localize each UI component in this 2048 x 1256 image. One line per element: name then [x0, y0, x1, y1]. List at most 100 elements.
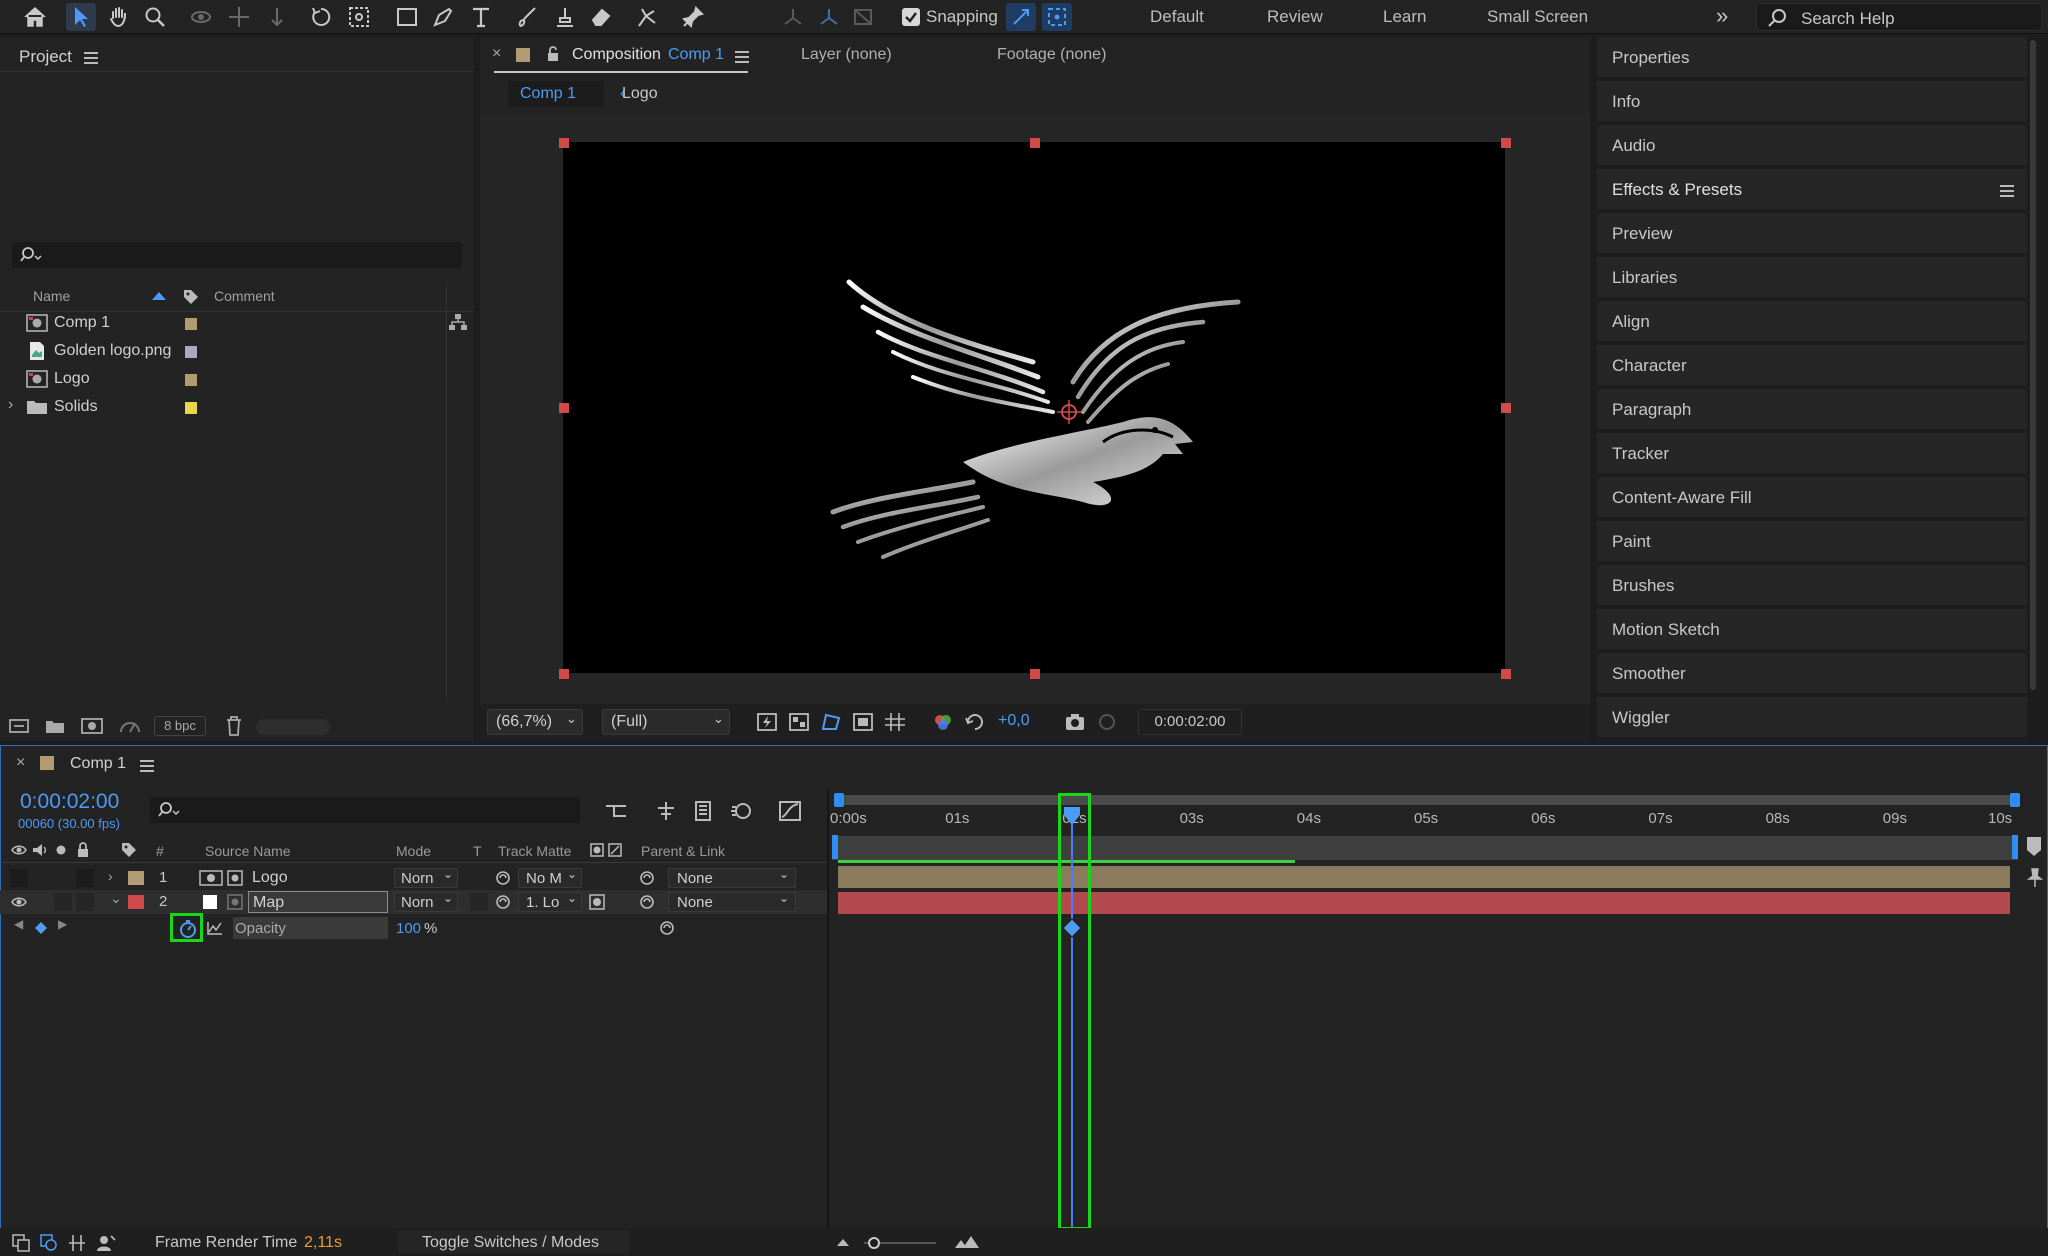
track-matte-dropdown[interactable]: No M ⌄ [518, 867, 582, 888]
project-search-input[interactable] [12, 242, 462, 268]
comment-column-header[interactable]: Comment [214, 288, 275, 304]
transform-handle[interactable] [559, 403, 569, 413]
timeline-layer-row[interactable]: ⌄ 2 Map Norn ⌄ 1. Lo ⌄ None ⌄ [0, 890, 828, 914]
right-panel-scrollbar[interactable] [2030, 40, 2036, 690]
home-icon[interactable] [20, 3, 50, 31]
add-keyframe-icon[interactable] [34, 921, 48, 935]
close-tab-icon[interactable]: × [492, 45, 501, 63]
panel-audio[interactable]: Audio [1597, 125, 2027, 167]
new-folder-icon[interactable] [44, 716, 66, 736]
eraser-tool-icon[interactable] [586, 3, 616, 31]
composition-tab-label[interactable]: Composition [572, 46, 661, 64]
flowchart-icon[interactable] [448, 312, 468, 332]
parent-pick-whip-icon[interactable] [638, 870, 656, 886]
zoom-out-icon[interactable] [836, 1236, 850, 1248]
snap-edges-icon[interactable] [1006, 3, 1036, 31]
navigator-start-handle[interactable] [834, 793, 844, 807]
panel-character[interactable]: Character [1597, 345, 2027, 387]
brush-tool-icon[interactable] [512, 3, 542, 31]
in-out-icon[interactable] [68, 1234, 86, 1252]
panel-motion-sketch[interactable]: Motion Sketch [1597, 609, 2027, 651]
snapshot-camera-icon[interactable] [1064, 712, 1086, 732]
trash-icon[interactable] [224, 715, 244, 737]
collapse-transformations-icon[interactable] [227, 870, 243, 886]
panel-properties[interactable]: Properties [1597, 37, 2027, 79]
mask-visibility-icon[interactable] [820, 712, 842, 732]
more-workspaces-icon[interactable]: » [1716, 3, 1728, 29]
roto-brush-tool-icon[interactable] [632, 3, 662, 31]
world-axis-icon[interactable] [814, 3, 844, 31]
expand-layer-icon[interactable]: › [108, 868, 113, 884]
reset-exposure-icon[interactable] [964, 712, 986, 732]
hand-tool-icon[interactable] [104, 3, 134, 31]
pen-tool-icon[interactable] [428, 3, 458, 31]
panel-tracker[interactable]: Tracker [1597, 433, 2027, 475]
layer-label-swatch[interactable] [128, 895, 144, 909]
layer-tab[interactable]: Layer (none) [801, 46, 892, 64]
panel-wiggler[interactable]: Wiggler [1597, 697, 2027, 739]
layer-duration-bar[interactable] [838, 892, 2010, 914]
fast-previews-icon[interactable] [756, 712, 778, 732]
label-swatch[interactable] [185, 374, 197, 386]
parent-dropdown[interactable]: None ⌄ [668, 891, 796, 912]
motion-blur-icon[interactable] [730, 800, 754, 822]
panel-brushes[interactable]: Brushes [1597, 565, 2027, 607]
snap-features-icon[interactable] [1042, 3, 1072, 31]
current-time-display[interactable]: 0:00:02:00 [1138, 709, 1242, 735]
timeline-menu-icon[interactable] [140, 760, 154, 772]
panel-effects-presets[interactable]: Effects & Presets [1597, 169, 2027, 211]
panel-smoother[interactable]: Smoother [1597, 653, 2027, 695]
panel-libraries[interactable]: Libraries [1597, 257, 2027, 299]
bit-depth-button[interactable]: 8 bpc [154, 716, 206, 736]
project-item[interactable]: Golden logo.png [0, 337, 470, 365]
puppet-pin-tool-icon[interactable] [678, 3, 708, 31]
blend-mode-dropdown[interactable]: Norn ⌄ [394, 867, 458, 888]
expand-folder-icon[interactable]: › [8, 396, 13, 414]
collapse-layer-icon[interactable]: ⌄ [110, 890, 122, 907]
composition-menu-icon[interactable] [735, 51, 749, 63]
exposure-value[interactable]: +0,0 [998, 712, 1030, 730]
breadcrumb-comp1[interactable]: Comp 1 ‹ [508, 81, 626, 107]
navigator-end-handle[interactable] [2010, 793, 2020, 807]
label-swatch[interactable] [185, 346, 197, 358]
frame-blending-icon[interactable] [692, 800, 716, 822]
timeline-search-input[interactable] [150, 797, 580, 823]
parent-pick-whip-icon[interactable] [638, 894, 656, 910]
collapse-transformations-icon[interactable] [227, 894, 243, 910]
rotate-tool-icon[interactable] [306, 3, 336, 31]
label-swatch[interactable] [185, 318, 197, 330]
orbit-camera-icon[interactable] [186, 3, 216, 31]
matte-alpha-icon[interactable] [589, 894, 605, 910]
composition-marker-bin-icon[interactable] [2026, 836, 2042, 858]
next-keyframe-icon[interactable]: ▶ [58, 917, 67, 931]
layer-label-swatch[interactable] [128, 871, 144, 885]
clone-stamp-tool-icon[interactable] [550, 3, 580, 31]
work-area-end[interactable] [2012, 835, 2018, 859]
composition-mini-flowchart-icon[interactable] [604, 800, 628, 822]
graph-editor-icon[interactable] [778, 800, 802, 822]
magnification-dropdown[interactable]: (66,7%) ⌄ [487, 709, 583, 735]
pan-camera-icon[interactable] [224, 3, 254, 31]
previous-keyframe-icon[interactable]: ◀ [14, 917, 23, 931]
layer-duration-bar[interactable] [838, 866, 2010, 888]
close-timeline-icon[interactable]: × [16, 754, 25, 772]
workspace-small-screen[interactable]: Small Screen [1487, 7, 1588, 27]
breadcrumb-logo[interactable]: Logo [622, 85, 658, 103]
rectangle-tool-icon[interactable] [392, 3, 422, 31]
time-navigator[interactable] [838, 795, 2018, 805]
panel-align[interactable]: Align [1597, 301, 2027, 343]
transform-handle[interactable] [1030, 138, 1040, 148]
view-axis-icon[interactable] [848, 3, 878, 31]
search-help-input[interactable]: Search Help [1756, 3, 2042, 31]
show-snapshot-icon[interactable] [1096, 712, 1118, 732]
toggle-switches-modes-button[interactable]: Toggle Switches / Modes [398, 1230, 630, 1254]
pick-whip-icon[interactable] [494, 870, 512, 886]
region-of-interest-icon[interactable] [852, 712, 874, 732]
expression-pick-whip-icon[interactable] [658, 920, 676, 936]
current-time[interactable]: 0:00:02:00 [20, 790, 119, 814]
type-tool-icon[interactable] [466, 3, 496, 31]
track-matte-dropdown[interactable]: 1. Lo ⌄ [518, 891, 582, 912]
panel-info[interactable]: Info [1597, 81, 2027, 123]
project-settings-icon[interactable] [118, 716, 142, 736]
workspace-default[interactable]: Default [1150, 7, 1204, 27]
